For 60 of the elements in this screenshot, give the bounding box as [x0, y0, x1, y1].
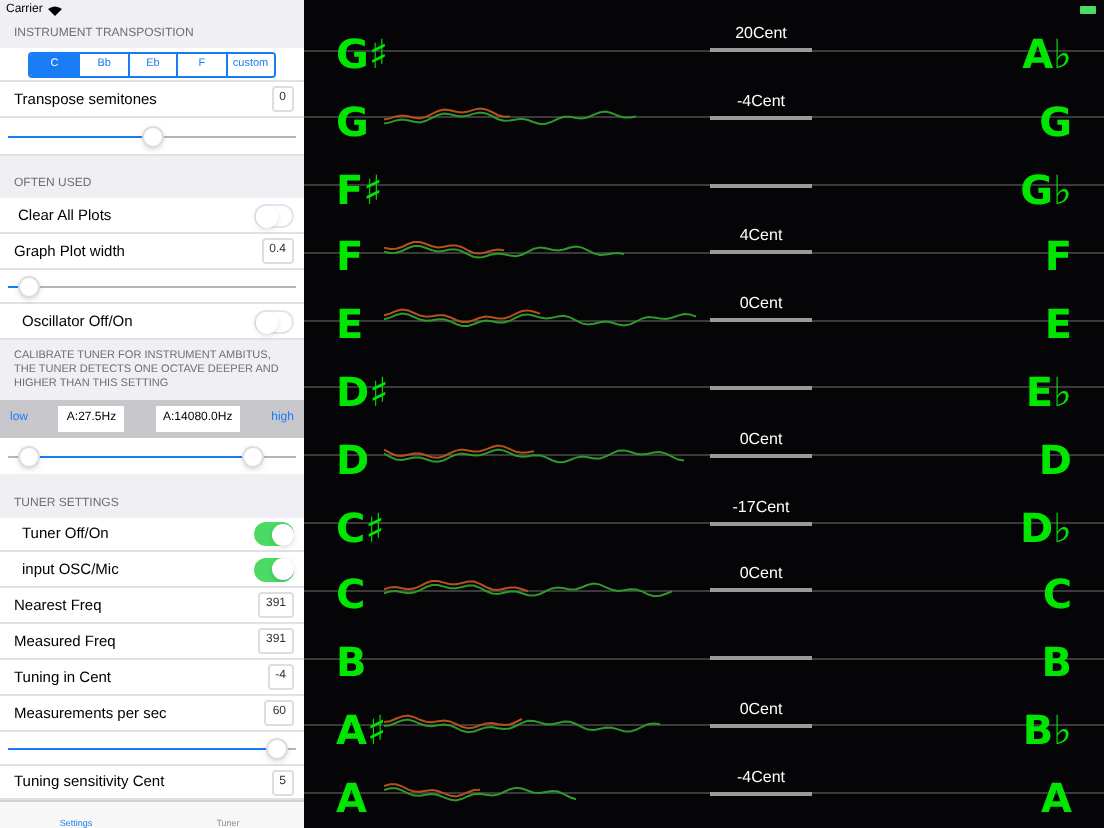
- note-label: G: [336, 101, 369, 142]
- note-label: F♯: [336, 169, 383, 210]
- cent-value: 0Cent: [737, 429, 785, 450]
- note-label: C: [336, 574, 366, 615]
- slider-thumb[interactable]: [18, 275, 41, 297]
- note-label: D♯: [336, 371, 389, 412]
- cent-indicator-line: [710, 723, 812, 728]
- toggle-switch[interactable]: [254, 203, 294, 227]
- cent-value: -4Cent: [734, 91, 787, 112]
- note-label: A♯: [336, 709, 387, 750]
- note-label: E: [336, 304, 364, 345]
- cent-indicator-line: [710, 250, 812, 255]
- slider-thumb[interactable]: [266, 737, 288, 759]
- note-label: F: [336, 236, 364, 277]
- slider[interactable]: [8, 125, 296, 147]
- cent-indicator-line: [710, 656, 812, 661]
- cent-value: 4Cent: [737, 226, 785, 247]
- note-label: C: [1042, 574, 1072, 615]
- note-label: E♭: [1025, 371, 1072, 412]
- note-label: G: [1039, 101, 1072, 142]
- note-label: D: [1038, 439, 1072, 480]
- note-label: B♭: [1022, 709, 1072, 750]
- cent-indicator-line: [710, 48, 812, 52]
- cent-value: 0Cent: [737, 699, 785, 720]
- note-label: E: [1044, 304, 1072, 345]
- slider[interactable]: [8, 737, 296, 759]
- note-label: D♭: [1019, 507, 1072, 548]
- cent-value: 0Cent: [737, 564, 785, 585]
- range-slider[interactable]: [8, 445, 296, 467]
- cent-indicator-line: [710, 521, 812, 526]
- cent-indicator-line: [710, 115, 812, 120]
- cent-indicator-line: [710, 318, 812, 323]
- note-label: B: [336, 642, 367, 683]
- cent-indicator-line: [710, 453, 812, 458]
- note-label: G♭: [1020, 169, 1072, 210]
- wifi-icon: [48, 6, 63, 16]
- battery-icon: [1080, 6, 1096, 14]
- cent-indicator-line: [710, 791, 812, 796]
- note-label: G♯: [336, 34, 389, 74]
- cent-value: 20Cent: [733, 24, 789, 44]
- cent-indicator-line: [710, 588, 812, 593]
- slider-thumb[interactable]: [242, 445, 265, 467]
- toggle-switch[interactable]: [254, 309, 294, 333]
- note-label: A♭: [1022, 34, 1072, 74]
- cent-indicator-line: [710, 183, 812, 188]
- toggle-switch[interactable]: [254, 522, 294, 546]
- note-label: F: [1044, 236, 1072, 277]
- cent-value: 0Cent: [737, 294, 785, 315]
- note-label: A: [1041, 777, 1072, 818]
- note-label: B: [1041, 642, 1072, 683]
- note-label: D: [336, 439, 370, 480]
- slider-thumb[interactable]: [18, 445, 41, 467]
- toggle-switch[interactable]: [254, 557, 294, 581]
- note-label: A: [336, 777, 367, 818]
- cent-value: -17Cent: [730, 497, 792, 518]
- cent-value: -4Cent: [734, 767, 787, 788]
- note-label: C♯: [336, 507, 385, 548]
- slider-thumb[interactable]: [141, 125, 163, 147]
- slider[interactable]: [8, 275, 296, 297]
- cent-indicator-line: [710, 385, 812, 390]
